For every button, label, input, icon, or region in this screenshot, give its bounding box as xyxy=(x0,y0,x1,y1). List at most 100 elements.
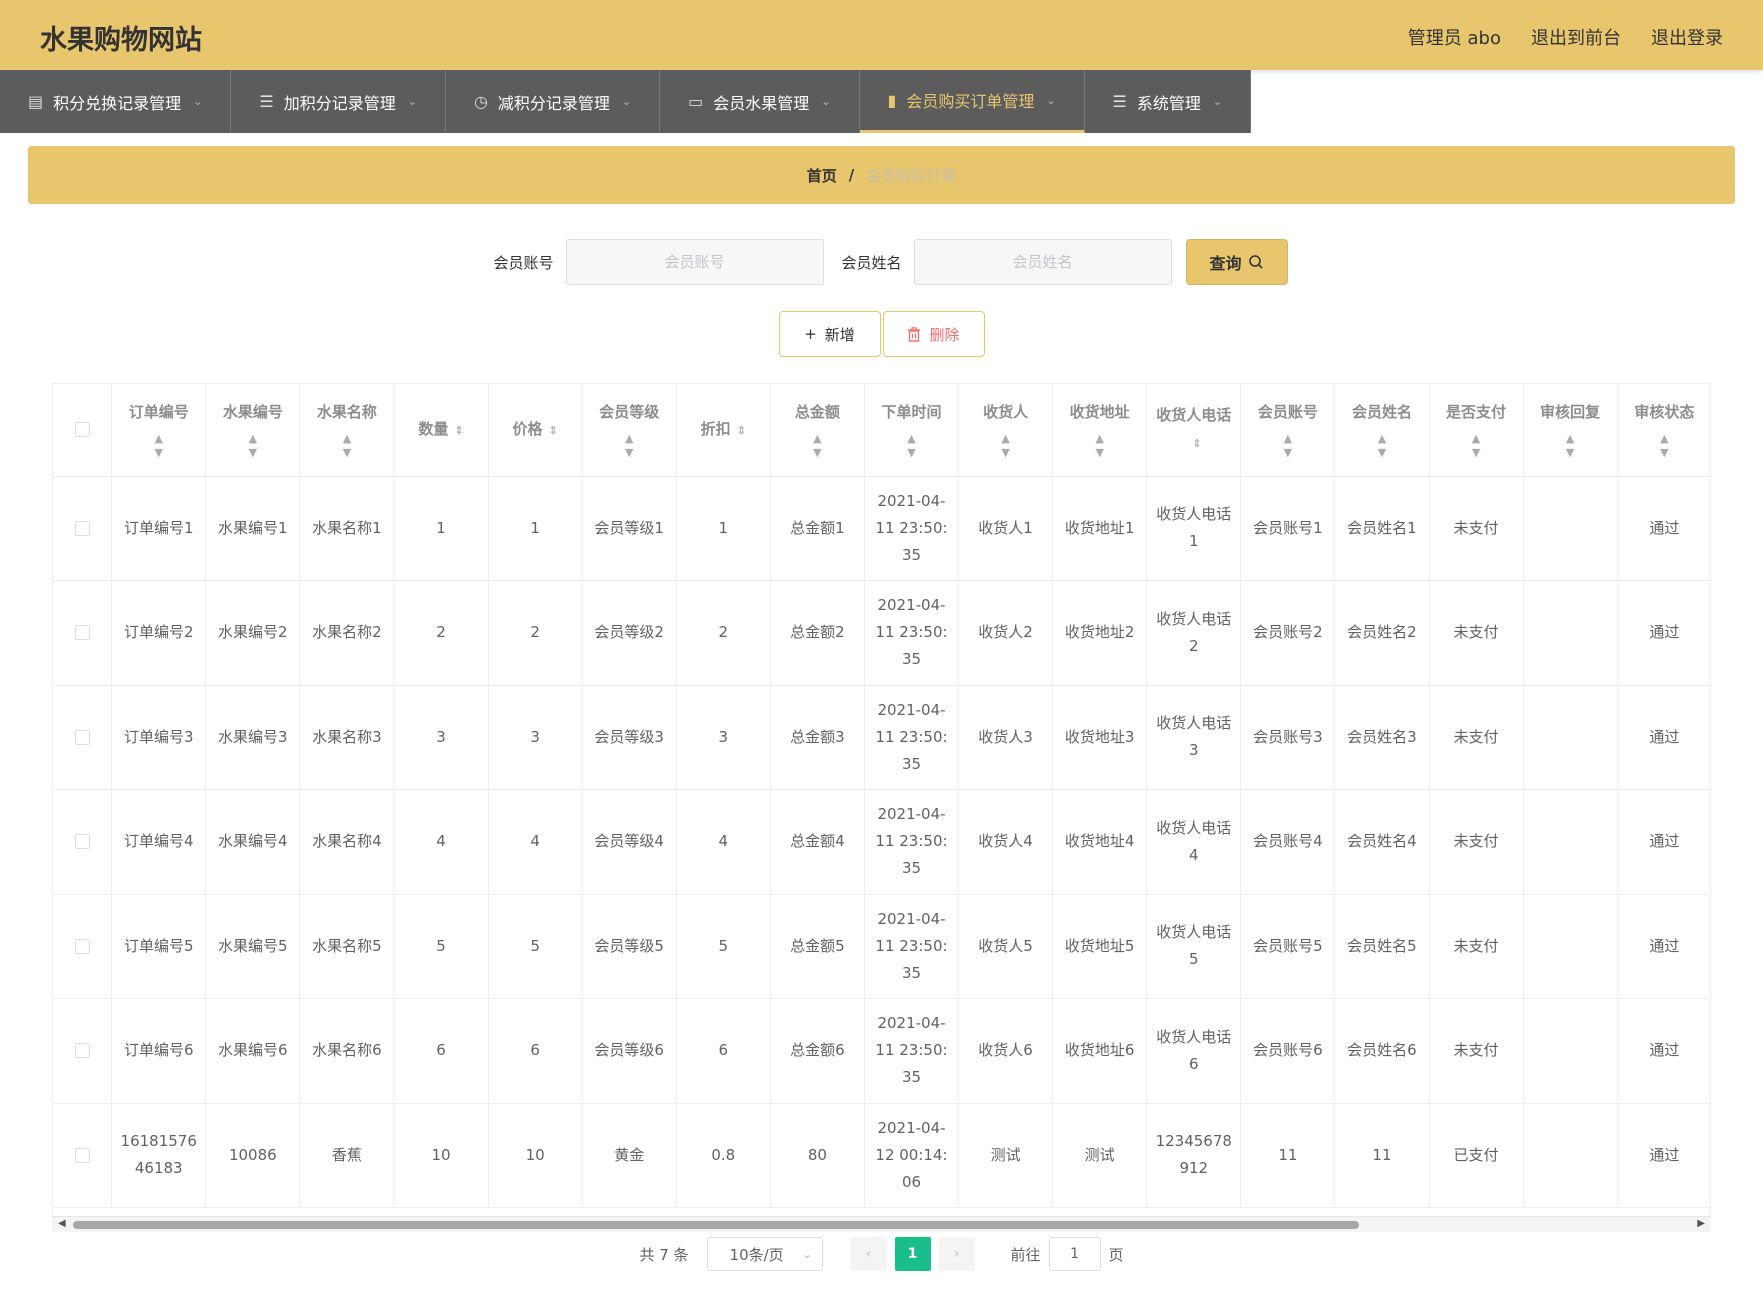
column-header[interactable]: 折扣 ⇕ xyxy=(676,384,771,477)
column-header[interactable]: 水果名称 ▲ ▼ xyxy=(299,384,395,477)
query-button[interactable]: 查询 xyxy=(1185,239,1288,285)
pagination-total: 共 7 条 xyxy=(639,1245,689,1264)
content-panel: 会员账号 会员姓名 查询 + 新增 删除 xyxy=(28,215,1735,1294)
sort-icon[interactable]: ▲ ▼ xyxy=(120,432,197,460)
account-search-input[interactable] xyxy=(565,239,824,285)
column-header[interactable]: 总金额 ▲ ▼ xyxy=(770,384,865,477)
sort-icon[interactable]: ▲ ▼ xyxy=(1532,432,1609,460)
table-cell: 收货地址6 xyxy=(1052,998,1148,1104)
top-header: 水果购物网站 管理员 abo 退出到前台 退出登录 xyxy=(0,0,1763,70)
sort-icon[interactable]: ▲ ▼ xyxy=(967,432,1044,460)
column-header[interactable]: 数量 ⇕ xyxy=(393,384,489,477)
table-cell: 3 xyxy=(488,685,583,790)
table-cell: 会员等级5 xyxy=(582,894,677,999)
table-row[interactable]: 订单编号4 水果编号4 水果名称4 4 4 会员等级4 4 总金额4 2021-04-11 23… xyxy=(53,789,1710,895)
scroll-right-icon[interactable]: ▶ xyxy=(1697,1218,1705,1229)
column-header[interactable]: 会员等级 ▲ ▼ xyxy=(582,384,677,477)
table-cell xyxy=(1523,789,1618,895)
sort-icon[interactable]: ▲ ▼ xyxy=(873,432,950,460)
column-header[interactable]: 下单时间 ▲ ▼ xyxy=(864,384,960,477)
row-checkbox[interactable] xyxy=(74,1043,90,1059)
table-cell: 5 xyxy=(488,894,583,999)
breadcrumb-home[interactable]: 首页 xyxy=(807,165,837,186)
sort-icon[interactable]: ⇕ xyxy=(1192,437,1201,450)
table-row[interactable]: 订单编号2 水果编号2 水果名称2 2 2 会员等级2 2 总金额2 2021-04-11 23… xyxy=(53,580,1710,686)
table-cell: 收货地址2 xyxy=(1052,580,1148,686)
next-page-button[interactable]: › xyxy=(938,1237,975,1271)
table-cell: 收货地址1 xyxy=(1052,476,1148,581)
row-checkbox[interactable] xyxy=(74,834,90,850)
column-header[interactable]: 收货人 ▲ ▼ xyxy=(958,384,1054,477)
column-header[interactable]: 审核状态 ▲ ▼ xyxy=(1617,384,1710,477)
sort-icon[interactable]: ▲ ▼ xyxy=(1626,432,1703,460)
table-cell: 10 xyxy=(488,1103,583,1208)
column-header[interactable]: 收货地址 ▲ ▼ xyxy=(1052,384,1148,477)
column-header[interactable]: 会员账号 ▲ ▼ xyxy=(1240,384,1336,477)
nav-item-member-fruit[interactable]: ▭ 会员水果管理 ⌄ xyxy=(660,70,860,133)
table-cell: 会员账号4 xyxy=(1240,789,1336,895)
sort-icon[interactable]: ▲ ▼ xyxy=(214,432,291,460)
table-cell: 会员姓名3 xyxy=(1334,685,1430,790)
sort-icon[interactable]: ▲ ▼ xyxy=(779,432,856,460)
table-body: 订单编号1 水果编号1 水果名称1 1 1 会员等级1 1 总金额1 2021-04-11 23… xyxy=(53,476,1710,1208)
logout-link[interactable]: 退出登录 xyxy=(1651,24,1723,50)
table-cell: 2 xyxy=(676,580,771,686)
column-header[interactable]: 价格 ⇕ xyxy=(488,384,583,477)
sort-icon[interactable]: ▲ ▼ xyxy=(308,432,385,460)
sort-icon[interactable]: ⇕ xyxy=(454,424,463,437)
column-header[interactable]: 水果编号 ▲ ▼ xyxy=(205,384,301,477)
table-cell: 80 xyxy=(770,1103,865,1208)
column-header[interactable]: 审核回复 ▲ ▼ xyxy=(1523,384,1618,477)
goto-page-input[interactable] xyxy=(1048,1237,1101,1271)
chevron-right-icon: › xyxy=(953,1246,960,1262)
table-row[interactable]: 1618157646183 10086 香蕉 10 10 黄金 0.8 80 2021-04-1… xyxy=(53,1103,1710,1208)
horizontal-scrollbar[interactable]: ◀ ▶ xyxy=(52,1216,1711,1232)
table-row[interactable]: 订单编号1 水果编号1 水果名称1 1 1 会员等级1 1 总金额1 2021-04-11 23… xyxy=(53,476,1710,581)
admin-user-label[interactable]: 管理员 abo xyxy=(1408,24,1501,50)
sort-icon[interactable]: ▲ ▼ xyxy=(1438,432,1515,460)
table-cell: 会员姓名2 xyxy=(1334,580,1430,686)
scrollbar-thumb[interactable] xyxy=(73,1221,1359,1229)
row-checkbox[interactable] xyxy=(74,729,90,745)
sort-icon[interactable]: ▲ ▼ xyxy=(591,432,668,460)
nav-item-points-exchange[interactable]: ▤ 积分兑换记录管理 ⌄ xyxy=(0,70,232,133)
row-checkbox[interactable] xyxy=(74,520,90,536)
table-cell: 通过 xyxy=(1617,789,1710,895)
sort-icon[interactable]: ⇕ xyxy=(737,424,746,437)
nav-item-label: 系统管理 xyxy=(1136,93,1201,113)
table-cell: 订单编号6 xyxy=(111,998,207,1104)
select-all-checkbox[interactable] xyxy=(74,422,90,438)
sort-icon[interactable]: ▲ ▼ xyxy=(1343,432,1420,460)
add-button[interactable]: + 新增 xyxy=(778,311,881,357)
column-header[interactable]: 会员姓名 ▲ ▼ xyxy=(1334,384,1430,477)
nav-item-member-orders[interactable]: ▮ 会员购买订单管理 ⌄ xyxy=(859,70,1085,133)
orders-table-container[interactable]: 订单编号 ▲ ▼ 水果编号 ▲ ▼ 水果名称 ▲ ▼ 数量 ⇕ 价格 ⇕ 会员等级 ▲ ▼ 折扣 ⇕ … xyxy=(52,383,1711,1225)
sort-icon[interactable]: ▲ ▼ xyxy=(1061,432,1138,460)
table-cell: 会员姓名4 xyxy=(1334,789,1430,895)
table-row[interactable]: 订单编号3 水果编号3 水果名称3 3 3 会员等级3 3 总金额3 2021-04-11 23… xyxy=(53,685,1710,790)
page-number-button[interactable]: 1 xyxy=(894,1237,931,1271)
search-form: 会员账号 会员姓名 查询 xyxy=(28,239,1735,285)
sort-icon[interactable]: ▲ ▼ xyxy=(1249,432,1326,460)
table-cell: 测试 xyxy=(958,1103,1054,1208)
chevron-down-icon: ⌄ xyxy=(1046,93,1056,107)
exit-to-front-link[interactable]: 退出到前台 xyxy=(1531,24,1621,50)
column-header[interactable]: 是否支付 ▲ ▼ xyxy=(1429,384,1524,477)
row-checkbox[interactable] xyxy=(74,938,90,954)
page-size-select[interactable]: 10条/页 ⌄ xyxy=(706,1237,823,1271)
table-row[interactable]: 订单编号6 水果编号6 水果名称6 6 6 会员等级6 6 总金额6 2021-04-11 23… xyxy=(53,998,1710,1104)
column-header[interactable]: 收货人电话⇕ xyxy=(1146,384,1242,477)
name-search-input[interactable] xyxy=(913,239,1172,285)
prev-page-button[interactable]: ‹ xyxy=(850,1237,887,1271)
row-checkbox[interactable] xyxy=(74,1147,90,1163)
delete-button[interactable]: 删除 xyxy=(882,311,985,357)
row-checkbox[interactable] xyxy=(74,625,90,641)
nav-item-deduct-points[interactable]: ◷ 减积分记录管理 ⌄ xyxy=(446,70,661,133)
page-size-value: 10条/页 xyxy=(729,1245,784,1264)
sort-icon[interactable]: ⇕ xyxy=(549,424,558,437)
nav-item-add-points[interactable]: ☰ 加积分记录管理 ⌄ xyxy=(231,70,446,133)
scroll-left-icon[interactable]: ◀ xyxy=(58,1218,66,1229)
column-header[interactable]: 订单编号 ▲ ▼ xyxy=(111,384,207,477)
nav-item-system[interactable]: ☰ 系统管理 ⌄ xyxy=(1085,70,1252,133)
table-row[interactable]: 订单编号5 水果编号5 水果名称5 5 5 会员等级5 5 总金额5 2021-04-11 23… xyxy=(53,894,1710,999)
